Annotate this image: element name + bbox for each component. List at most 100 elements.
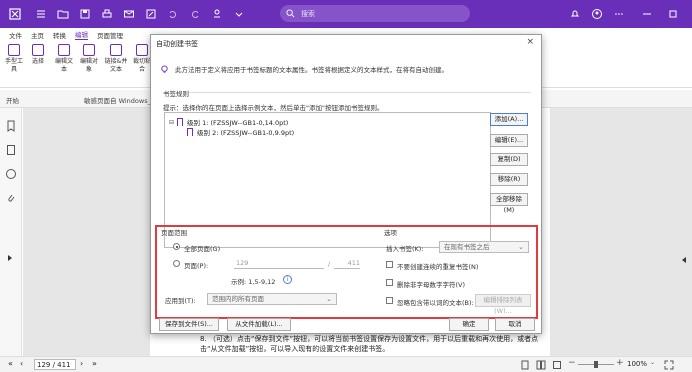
status-bar: « ‹ 129 / 411 › » − + 100% ⌄ (0, 356, 692, 372)
redo-icon[interactable] (188, 7, 202, 21)
edit-text-label: 编辑文本 (54, 58, 73, 73)
info-icon[interactable]: i (283, 275, 292, 284)
fullscreen-icon[interactable] (664, 360, 674, 370)
zoom-in-icon[interactable]: + (616, 358, 624, 368)
app-window: 搜索 文件 主页 转换 编辑 页面管理 手型工具 选择 编辑文本 编辑对象 链接… (0, 0, 692, 372)
no-duplicate-checkbox[interactable] (386, 261, 393, 268)
attachment-panel-icon[interactable] (5, 192, 17, 204)
menu-item-edit[interactable]: 编辑 (75, 29, 88, 40)
edit-doc-icon[interactable] (144, 7, 158, 21)
edit-exclusion-list-button[interactable]: 编辑排除列表(W)... (475, 294, 531, 315)
fit-page-icon[interactable] (552, 360, 562, 370)
crop-icon (136, 44, 148, 56)
email-icon[interactable] (122, 7, 136, 21)
first-page-icon[interactable]: « (8, 359, 13, 368)
tree-collapse-icon[interactable]: ⊟ (169, 119, 174, 126)
link-merge-label: 链接&并文本 (104, 58, 128, 73)
page-range-group-label: 页面范围 (161, 229, 187, 237)
dialog-tip: 此方法用于定义将应用于书签标题的文本属性。书签将根据定义的文本样式，在将有自动创… (160, 64, 448, 74)
cancel-button[interactable]: 取消 (495, 318, 535, 331)
menu-item-file[interactable]: 文件 (9, 30, 22, 40)
chevron-down-icon: ⌄ (518, 243, 524, 251)
bookmark-panel-icon[interactable] (5, 120, 17, 132)
cursor-icon (32, 44, 44, 56)
add-button[interactable]: 添加(A)... (490, 113, 528, 126)
all-pages-label: 全部页面(G) (184, 245, 221, 253)
hand-tool-button[interactable]: 手型工具 (3, 44, 25, 74)
open-folder-icon[interactable] (56, 7, 70, 21)
load-from-file-button[interactable]: 从文件加载(L)... (227, 318, 291, 331)
edit-object-button[interactable]: 编辑对象 (78, 44, 100, 74)
account-icon[interactable] (590, 7, 604, 21)
menu-icon[interactable] (34, 7, 48, 21)
remove-button[interactable]: 移除(R) (490, 173, 528, 186)
text-edit-icon (58, 44, 70, 56)
copy-button[interactable]: 复制(D) (490, 153, 528, 166)
dialog-title: 自动创建书签 (156, 40, 198, 48)
last-page-icon[interactable]: » (92, 359, 97, 368)
search-input[interactable]: 搜索 (301, 9, 315, 19)
apply-to-select[interactable]: 范围内的所有页面 ⌄ (207, 293, 337, 305)
insert-bookmark-select[interactable]: 在现有书签之后 ⌄ (439, 241, 529, 253)
search-icon (286, 9, 295, 18)
pages-total: 411 (334, 258, 360, 269)
ignore-text-checkbox[interactable] (386, 297, 393, 304)
title-bar: 搜索 (0, 0, 692, 28)
menu-item-page-manage[interactable]: 页面管理 (97, 30, 123, 40)
pages-label: 页面(P): (184, 262, 209, 270)
stamp-icon[interactable] (210, 7, 224, 21)
edit-object-label: 编辑对象 (79, 58, 98, 73)
save-icon[interactable] (78, 7, 92, 21)
zoom-dropdown-icon[interactable]: ⌄ (650, 359, 655, 366)
select-label: 选择 (31, 58, 44, 65)
pages-panel-icon[interactable] (5, 144, 17, 156)
bookmark-icon (177, 118, 184, 126)
link-merge-text-button[interactable]: 链接&并文本 (103, 44, 129, 74)
minimize-icon[interactable] (640, 7, 654, 21)
prev-page-icon[interactable]: ‹ (20, 359, 23, 368)
edit-button[interactable]: 编辑(E)... (490, 134, 528, 147)
all-pages-radio[interactable] (173, 243, 180, 250)
select-button[interactable]: 选择 (27, 44, 49, 66)
print-icon[interactable] (100, 7, 114, 21)
more-options-icon[interactable] (612, 7, 626, 21)
lightbulb-icon (161, 64, 168, 73)
page-example-text: 示例: 1,5-9,12 (231, 278, 276, 286)
insert-bookmark-value: 在现有书签之后 (444, 243, 490, 251)
remove-all-button[interactable]: 全部移除(M) (490, 193, 528, 214)
restore-icon[interactable] (666, 7, 680, 21)
page-number-input[interactable]: 129 / 411 (34, 359, 76, 370)
notification-bell-icon[interactable] (568, 7, 582, 21)
crop-paste-label: 裁切粘合 (132, 58, 151, 73)
search-box[interactable]: 搜索 (280, 5, 470, 22)
remove-nonalnum-checkbox[interactable] (386, 279, 393, 286)
hand-tool-label: 手型工具 (4, 58, 23, 73)
save-to-file-button[interactable]: 保存到文件(S)... (159, 318, 219, 331)
single-page-view-icon[interactable] (520, 360, 530, 370)
link-text-icon (110, 44, 122, 56)
edit-text-button[interactable]: 编辑文本 (53, 44, 75, 74)
auto-bookmark-dialog: 自动创建书签 × 此方法用于定义将应用于书签标题的文本属性。书签将根据定义的文本… (150, 34, 542, 334)
ok-button[interactable]: 确定 (449, 318, 489, 331)
undo-icon[interactable] (166, 7, 180, 21)
comments-panel-icon[interactable] (5, 168, 17, 180)
next-page-icon[interactable]: › (80, 359, 83, 368)
document-tab[interactable]: 敏感页面自 Windows_ga (84, 95, 159, 105)
tree-item-level-1[interactable]: ⊟ 级别 1: (FZSSJW--GB1-0,14.0pt) (169, 117, 288, 127)
pages-from-input[interactable]: 129 (234, 258, 324, 269)
expand-panel-arrow-icon[interactable] (6, 254, 14, 262)
tree-item-label: 级别 1: (FZSSJW--GB1-0,14.0pt) (187, 119, 289, 127)
bookmark-rules-group-label: 书签规则 (163, 90, 189, 98)
menu-item-convert[interactable]: 转换 (53, 30, 66, 40)
zoom-out-icon[interactable]: − (568, 358, 576, 368)
zoom-level[interactable]: 100% (627, 359, 647, 370)
dropdown-chevron-icon[interactable] (232, 7, 246, 21)
two-page-view-icon[interactable] (536, 360, 546, 370)
collapse-right-arrow-icon[interactable] (680, 256, 688, 264)
tree-item-level-2[interactable]: 级别 2: (FZSSJW--GB1-0,9.9pt) (187, 127, 294, 137)
menu-item-home[interactable]: 主页 (31, 30, 44, 40)
remove-nonalnum-label: 删除非字母数字字符(V) (397, 281, 466, 289)
pages-radio[interactable] (173, 260, 180, 267)
dialog-close-icon[interactable]: × (526, 37, 534, 47)
zoom-slider-thumb[interactable] (594, 361, 598, 368)
